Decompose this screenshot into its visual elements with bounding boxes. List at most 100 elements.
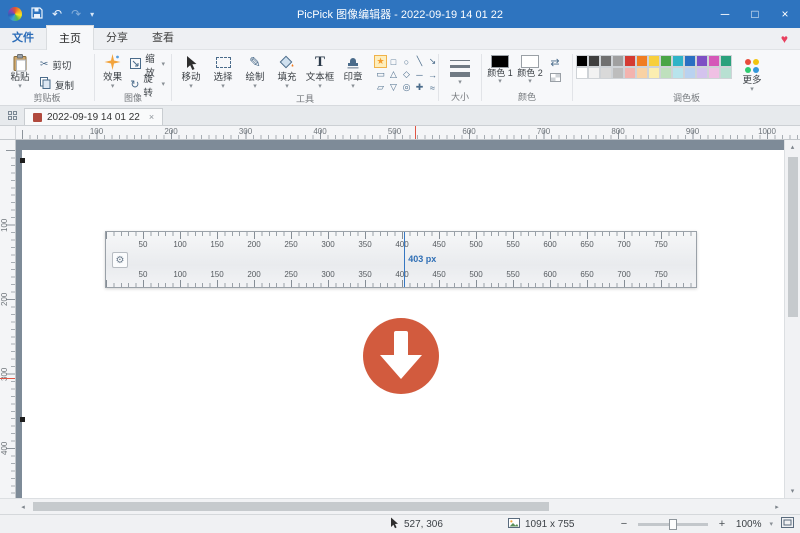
undo-icon[interactable]: ↶ [52, 8, 62, 20]
group-colors: 颜色 1 ▾ 颜色 2 ▾ ⇄ 颜色 [482, 50, 572, 105]
palette-color-1-0[interactable] [576, 67, 588, 79]
shape-option-7[interactable]: ◇ [400, 68, 413, 81]
save-icon[interactable] [31, 7, 43, 21]
fit-to-window-icon[interactable] [781, 517, 794, 531]
canvas-resize-handle[interactable] [20, 417, 25, 422]
palette-color-0-5[interactable] [636, 55, 648, 67]
color2-button[interactable]: 颜色 2 ▾ [515, 52, 545, 85]
zoom-dropdown-icon[interactable]: ▾ [769, 520, 773, 528]
scroll-right-icon[interactable]: ▸ [770, 499, 784, 514]
shape-option-1[interactable]: □ [387, 55, 400, 68]
palette-color-1-10[interactable] [696, 67, 708, 79]
more-colors-button[interactable]: 更多 ▾ [732, 55, 772, 93]
palette-color-1-12[interactable] [720, 67, 732, 79]
close-button[interactable]: × [770, 0, 800, 28]
canvas-viewport[interactable]: 5050100100150150200200250250300300350350… [16, 140, 784, 498]
favorite-heart-icon[interactable]: ♥ [781, 32, 788, 46]
canvas-resize-handle[interactable] [20, 158, 25, 163]
palette-color-0-4[interactable] [624, 55, 636, 67]
scroll-left-icon[interactable]: ◂ [16, 499, 30, 514]
zoom-percent[interactable]: 100% [736, 519, 762, 530]
maximize-button[interactable]: □ [740, 0, 770, 28]
chevron-down-icon: ▾ [498, 78, 502, 85]
palette-color-1-9[interactable] [684, 67, 696, 79]
palette-color-1-1[interactable] [588, 67, 600, 79]
tab-home[interactable]: 主页 [46, 25, 94, 50]
scroll-up-icon[interactable]: ▴ [785, 140, 800, 154]
effects-button[interactable]: 效果 ▾ [98, 52, 127, 90]
qat-dropdown-icon[interactable]: ▾ [90, 10, 94, 19]
captured-ruler-label: 600 [541, 270, 559, 279]
h-scroll-thumb[interactable] [33, 502, 549, 511]
shape-option-3[interactable]: ╲ [413, 55, 426, 68]
copy-icon [40, 77, 51, 92]
palette-color-1-7[interactable] [660, 67, 672, 79]
medium-line-icon [450, 65, 470, 68]
palette-color-0-8[interactable] [672, 55, 684, 67]
canvas-page[interactable]: 5050100100150150200200250250300300350350… [22, 150, 784, 498]
horizontal-scrollbar-row: ◂ ▸ [0, 498, 800, 514]
paste-button[interactable]: 粘贴 ▾ [3, 52, 37, 90]
palette-color-0-2[interactable] [600, 55, 612, 67]
palette-color-1-5[interactable] [636, 67, 648, 79]
shape-option-0[interactable]: ★ [374, 55, 387, 68]
copy-button[interactable]: 复制 [37, 76, 77, 93]
cut-button[interactable]: ✂ 剪切 [37, 56, 77, 73]
tab-file[interactable]: 文件 [0, 25, 46, 49]
palette-color-0-6[interactable] [648, 55, 660, 67]
palette-color-0-0[interactable] [576, 55, 588, 67]
swap-colors-icon[interactable]: ⇄ [550, 58, 559, 69]
tool-draw-button[interactable]: ✎ 绘制 ▾ [239, 52, 271, 90]
tool-textbox-button[interactable]: T 文本框 ▾ [303, 52, 337, 90]
palette-color-1-11[interactable] [708, 67, 720, 79]
document-tab[interactable]: 2022-09-19 14 01 22 × [24, 108, 163, 125]
rotate-button[interactable]: ↻ 旋转 ▾ [127, 76, 168, 93]
shape-option-6[interactable]: △ [387, 68, 400, 81]
tool-move-button[interactable]: 移动 ▾ [175, 52, 207, 90]
shape-option-13[interactable]: ✚ [413, 81, 426, 94]
chevron-down-icon: ▾ [528, 78, 532, 85]
tool-fill-button[interactable]: 填充 ▾ [271, 52, 303, 90]
zoom-slider-thumb[interactable] [669, 519, 677, 530]
palette-color-1-2[interactable] [600, 67, 612, 79]
horizontal-scrollbar[interactable]: ◂ ▸ [16, 499, 784, 514]
quick-access-toolbar: ↶ ↷ ▾ [0, 7, 94, 21]
zoom-slider[interactable] [638, 523, 708, 526]
palette-color-0-10[interactable] [696, 55, 708, 67]
minimize-button[interactable]: ─ [710, 0, 740, 28]
tool-stamp-button[interactable]: 印章 ▾ [337, 52, 369, 90]
tab-view[interactable]: 查看 [140, 25, 186, 49]
palette-color-1-8[interactable] [672, 67, 684, 79]
pages-grid-button[interactable] [0, 106, 24, 125]
shape-option-10[interactable]: ▱ [374, 81, 387, 94]
zoom-in-button[interactable]: + [716, 518, 728, 530]
tool-select-button[interactable]: 选择 ▾ [207, 52, 239, 90]
palette-color-1-6[interactable] [648, 67, 660, 79]
transparency-icon[interactable] [550, 73, 561, 82]
palette-color-0-7[interactable] [660, 55, 672, 67]
palette-color-0-12[interactable] [720, 55, 732, 67]
shape-option-11[interactable]: ▽ [387, 81, 400, 94]
palette-color-1-3[interactable] [612, 67, 624, 79]
line-width-button[interactable]: ▾ [443, 52, 477, 86]
close-tab-icon[interactable]: × [149, 112, 154, 122]
captured-ruler-label: 700 [615, 270, 633, 279]
v-scroll-thumb[interactable] [788, 157, 798, 317]
shape-option-8[interactable]: ─ [413, 68, 426, 81]
captured-ruler-label: 450 [430, 240, 448, 249]
color1-button[interactable]: 颜色 1 ▾ [485, 52, 515, 85]
tab-share[interactable]: 分享 [94, 25, 140, 49]
palette-color-0-1[interactable] [588, 55, 600, 67]
shape-option-2[interactable]: ○ [400, 55, 413, 68]
palette-color-0-9[interactable] [684, 55, 696, 67]
redo-icon[interactable]: ↷ [71, 8, 81, 20]
captured-ruler-label: 300 [319, 270, 337, 279]
palette-color-0-3[interactable] [612, 55, 624, 67]
vertical-scrollbar[interactable]: ▴ ▾ [784, 140, 800, 498]
scroll-down-icon[interactable]: ▾ [785, 484, 800, 498]
palette-color-0-11[interactable] [708, 55, 720, 67]
zoom-out-button[interactable]: − [618, 518, 630, 530]
shape-option-5[interactable]: ▭ [374, 68, 387, 81]
shape-option-12[interactable]: ◎ [400, 81, 413, 94]
palette-color-1-4[interactable] [624, 67, 636, 79]
